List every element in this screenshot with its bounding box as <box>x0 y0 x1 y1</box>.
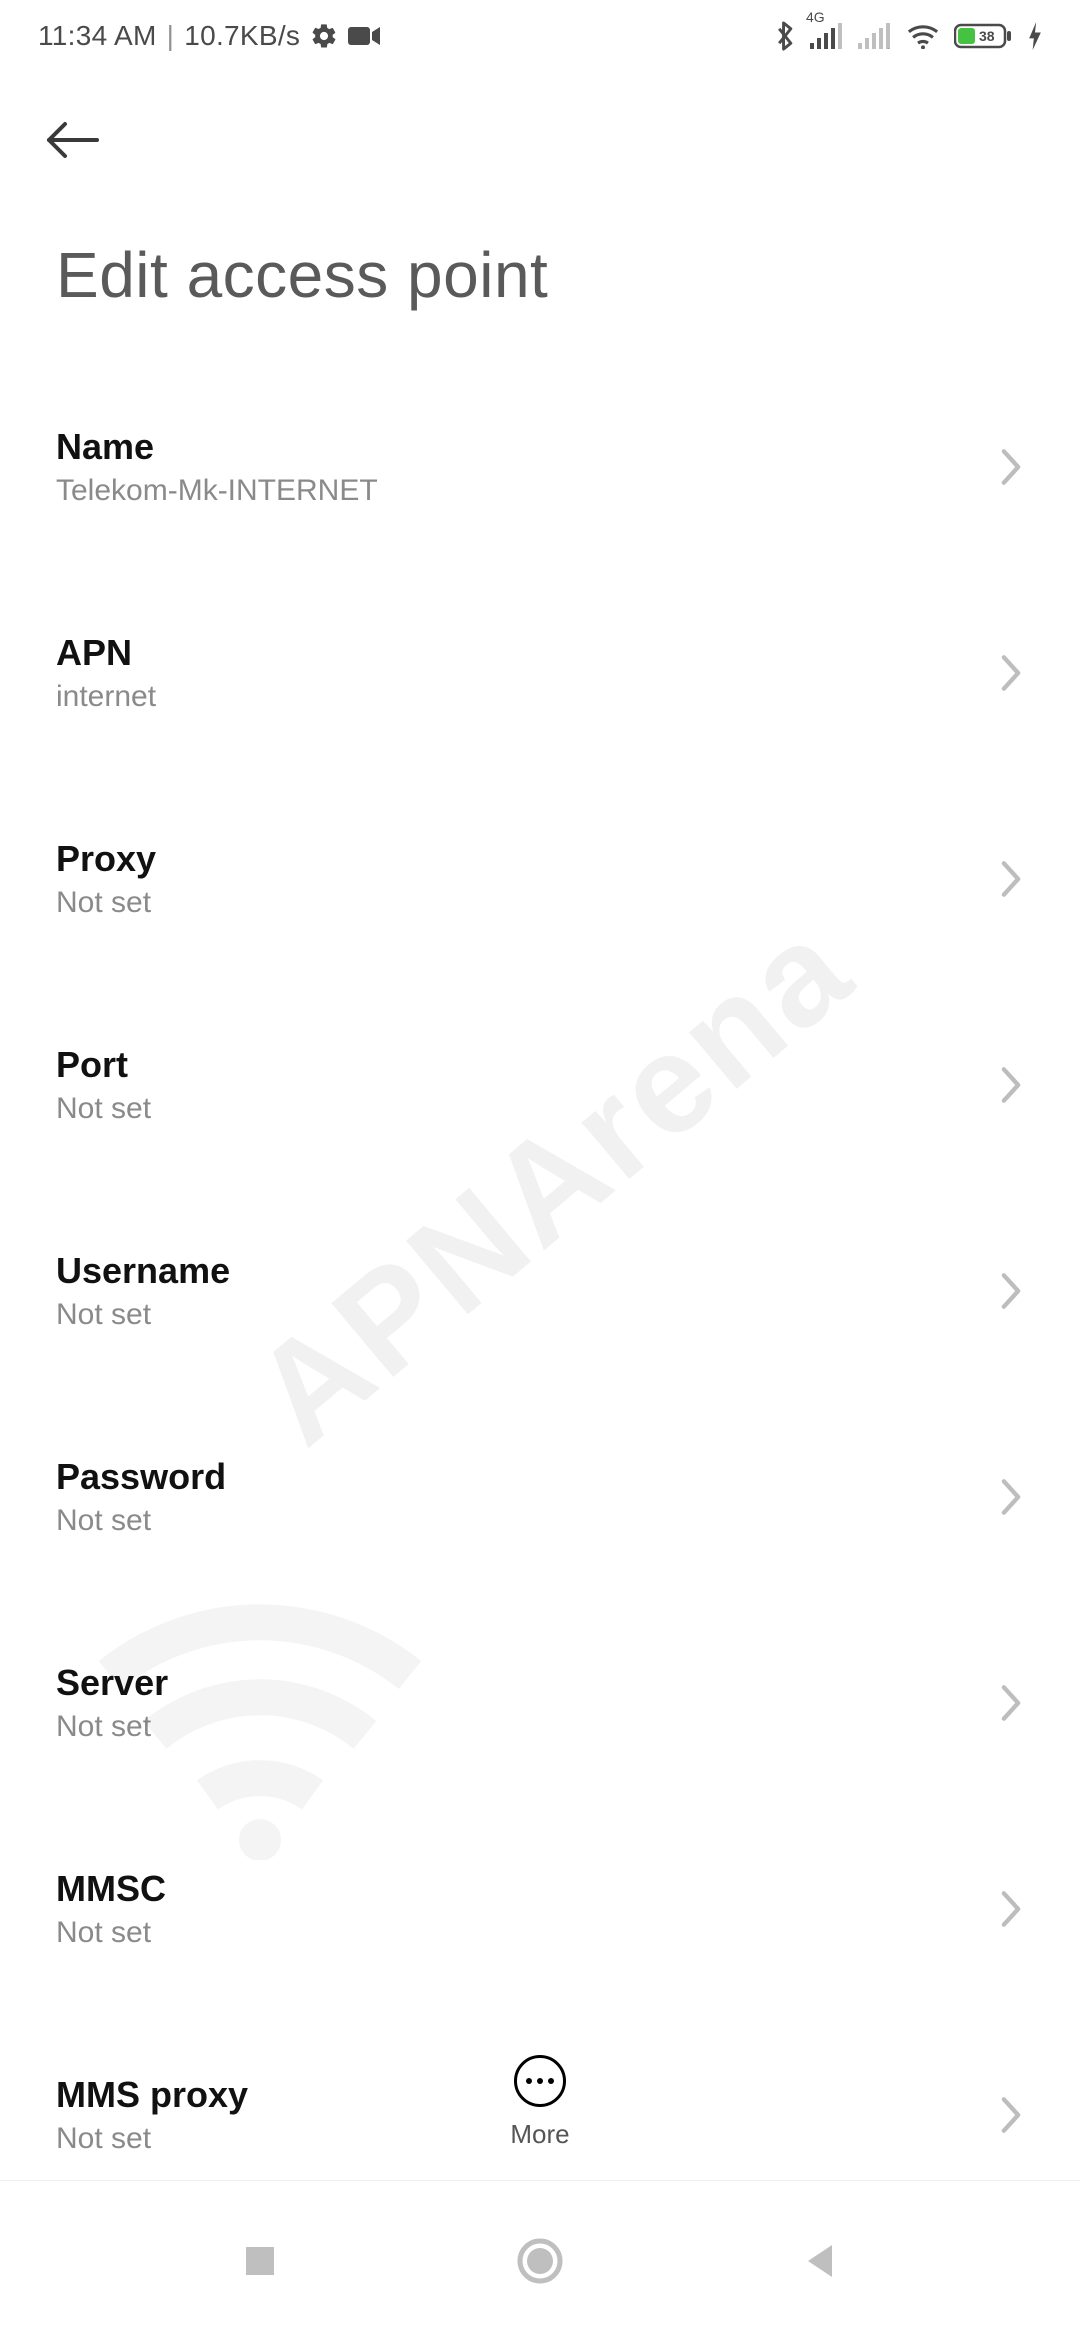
row-apn[interactable]: APN internet <box>0 598 1080 748</box>
status-separator: | <box>167 20 175 52</box>
row-proxy[interactable]: Proxy Not set <box>0 804 1080 954</box>
row-label: Password <box>56 1456 226 1498</box>
row-value: Not set <box>56 1092 151 1126</box>
row-mmsc[interactable]: MMSC Not set <box>0 1834 1080 1984</box>
page-title: Edit access point <box>0 180 1080 342</box>
bluetooth-icon <box>774 20 796 52</box>
chevron-right-icon <box>998 1889 1024 1929</box>
row-username[interactable]: Username Not set <box>0 1216 1080 1366</box>
signal-sim2-icon: ✕ <box>858 23 892 49</box>
row-label: APN <box>56 632 156 674</box>
row-label: Server <box>56 1662 168 1704</box>
charging-bolt-icon <box>1028 22 1042 50</box>
row-port[interactable]: Port Not set <box>0 1010 1080 1160</box>
back-button[interactable] <box>32 100 112 180</box>
signal-4g-badge: 4G <box>806 9 825 25</box>
wifi-icon <box>906 23 940 49</box>
nav-back-button[interactable] <box>775 2216 865 2306</box>
row-password[interactable]: Password Not set <box>0 1422 1080 1572</box>
chevron-right-icon <box>998 653 1024 693</box>
status-right: 4G ✕ 38 <box>774 20 1042 52</box>
app-bar <box>0 72 1080 180</box>
row-label: Name <box>56 426 378 468</box>
signal-sim1-icon: 4G <box>810 23 844 49</box>
row-server[interactable]: Server Not set <box>0 1628 1080 1778</box>
system-nav-bar <box>0 2180 1080 2340</box>
row-value: Not set <box>56 1710 168 1744</box>
chevron-right-icon <box>998 1477 1024 1517</box>
settings-list: Name Telekom-Mk-INTERNET APN internet Pr… <box>0 342 1080 2190</box>
arrow-left-icon <box>43 120 101 160</box>
home-circle-icon <box>516 2237 564 2285</box>
status-clock: 11:34 AM <box>38 20 157 52</box>
status-net-speed: 10.7KB/s <box>184 20 300 52</box>
row-value: Not set <box>56 1298 230 1332</box>
nav-home-button[interactable] <box>495 2216 585 2306</box>
more-button[interactable]: More <box>0 2055 1080 2150</box>
recents-icon <box>242 2243 278 2279</box>
more-label: More <box>510 2119 569 2150</box>
row-value: Not set <box>56 1916 166 1950</box>
status-left: 11:34 AM | 10.7KB/s <box>38 20 380 52</box>
battery-pct-text: 38 <box>979 28 995 44</box>
row-value: Not set <box>56 886 156 920</box>
row-label: Proxy <box>56 838 156 880</box>
status-bar: 11:34 AM | 10.7KB/s 4G ✕ 38 <box>0 0 1080 72</box>
gear-icon <box>310 22 338 50</box>
row-label: MMSC <box>56 1868 166 1910</box>
video-icon <box>348 25 380 47</box>
row-value: internet <box>56 680 156 714</box>
row-label: Port <box>56 1044 151 1086</box>
battery-icon: 38 <box>954 22 1014 50</box>
nav-recents-button[interactable] <box>215 2216 305 2306</box>
row-label: Username <box>56 1250 230 1292</box>
back-triangle-icon <box>802 2241 838 2281</box>
chevron-right-icon <box>998 447 1024 487</box>
svg-text:✕: ✕ <box>886 45 892 49</box>
row-value: Not set <box>56 1504 226 1538</box>
chevron-right-icon <box>998 1271 1024 1311</box>
row-value: Telekom-Mk-INTERNET <box>56 474 378 508</box>
more-dots-icon <box>514 2055 566 2107</box>
row-name[interactable]: Name Telekom-Mk-INTERNET <box>0 392 1080 542</box>
chevron-right-icon <box>998 859 1024 899</box>
chevron-right-icon <box>998 1683 1024 1723</box>
chevron-right-icon <box>998 1065 1024 1105</box>
